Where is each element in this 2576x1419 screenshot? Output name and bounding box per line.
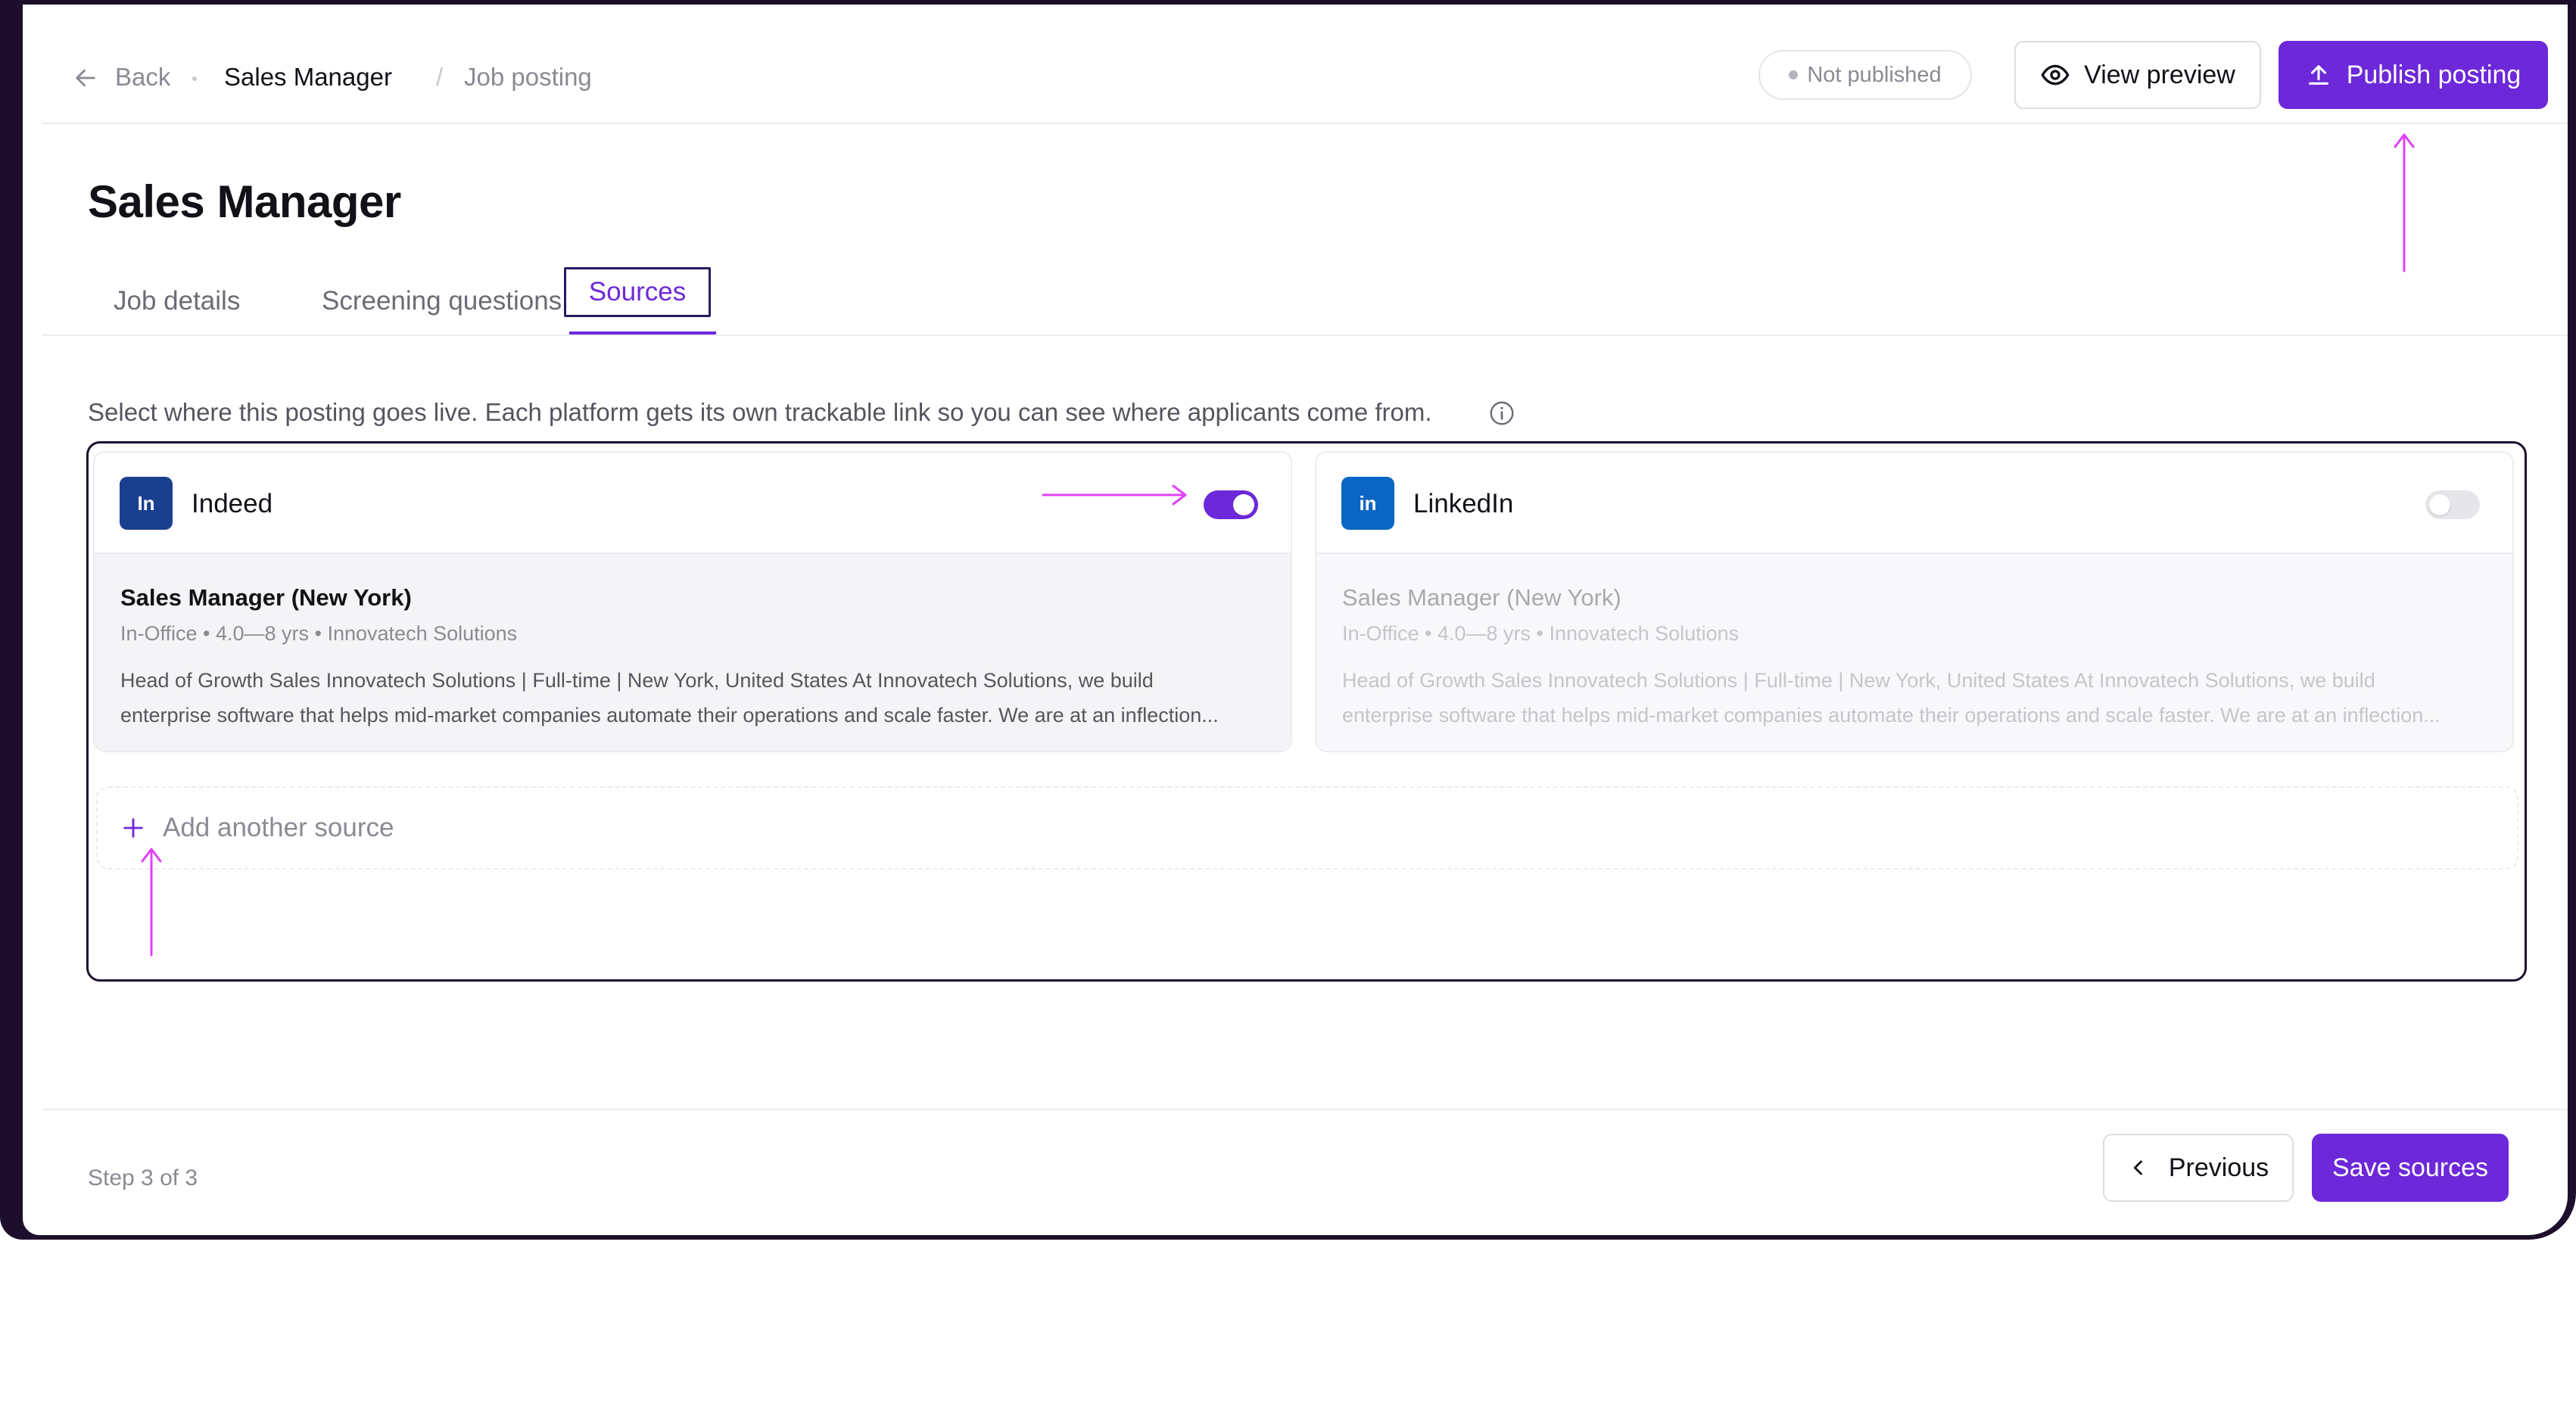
save-sources-button[interactable]: Save sources <box>2312 1134 2509 1202</box>
indeed-toggle[interactable] <box>1204 490 1258 519</box>
save-sources-label: Save sources <box>2332 1153 2488 1182</box>
linkedin-logo-icon: in <box>1341 477 1394 530</box>
eye-icon <box>2041 64 2070 86</box>
previous-button[interactable]: Previous <box>2103 1134 2294 1202</box>
job-desc-line: enterprise software that helps mid-marke… <box>120 704 1219 727</box>
source-card-preview: Sales Manager (New York) In-Office • 4.0… <box>95 554 1291 751</box>
breadcrumb-section: Job posting <box>464 63 592 91</box>
annotation-arrow-up-icon <box>2394 133 2415 272</box>
page-title: Sales Manager <box>88 176 401 227</box>
annotation-arrow-right-icon <box>1042 484 1187 506</box>
header-divider <box>42 123 2568 124</box>
toggle-knob <box>2429 494 2450 515</box>
publish-posting-label: Publish posting <box>2346 60 2521 89</box>
job-preview-description: Head of Growth Sales Innovatech Solution… <box>120 663 1263 733</box>
breadcrumb-dot <box>192 76 197 81</box>
chevron-left-icon <box>2133 1160 2142 1175</box>
view-preview-label: View preview <box>2084 60 2235 89</box>
add-source-label: Add another source <box>163 813 394 842</box>
tab-screening-questions[interactable]: Screening questions <box>322 286 562 316</box>
step-indicator: Step 3 of 3 <box>88 1165 198 1190</box>
status-dot <box>1789 70 1799 79</box>
indeed-logo-icon: In <box>120 477 173 530</box>
source-name-indeed: Indeed <box>192 489 273 518</box>
annotation-arrow-up-icon <box>141 848 162 957</box>
breadcrumb-current[interactable]: Sales Manager <box>224 62 392 92</box>
job-preview-meta: In-Office • 4.0—8 yrs • Innovatech Solut… <box>120 622 518 645</box>
status-badge-label: Not published <box>1807 62 1942 87</box>
job-preview-title: Sales Manager (New York) <box>1342 584 1621 611</box>
arrow-left-icon[interactable] <box>73 65 98 91</box>
footer-divider <box>42 1109 2568 1110</box>
tabs-divider <box>42 335 2568 336</box>
job-desc-line: Head of Growth Sales Innovatech Solution… <box>1342 669 2375 692</box>
sources-description: Select where this posting goes live. Eac… <box>88 398 1432 426</box>
view-preview-button[interactable]: View preview <box>2014 41 2261 109</box>
source-card-header: in LinkedIn <box>1316 453 2512 554</box>
job-preview-title: Sales Manager (New York) <box>120 584 412 611</box>
job-preview-description: Head of Growth Sales Innovatech Solution… <box>1342 663 2485 733</box>
tab-job-details[interactable]: Job details <box>114 286 240 316</box>
add-source-button[interactable]: Add another source <box>96 786 2518 870</box>
app-window: Back Sales Manager / Job posting Not pub… <box>23 5 2568 1235</box>
plus-icon <box>123 818 143 838</box>
tab-sources[interactable]: Sources <box>564 267 711 317</box>
job-desc-line: enterprise software that helps mid-marke… <box>1342 704 2441 727</box>
source-card-preview: Sales Manager (New York) In-Office • 4.0… <box>1316 554 2512 751</box>
publish-posting-button[interactable]: Publish posting <box>2279 41 2548 109</box>
linkedin-toggle[interactable] <box>2425 490 2480 519</box>
sources-panel: In Indeed Sales Manager (New York) In-Of… <box>86 441 2527 982</box>
source-name-linkedin: LinkedIn <box>1413 489 1514 518</box>
job-desc-line: Head of Growth Sales Innovatech Solution… <box>120 669 1154 692</box>
job-preview-meta: In-Office • 4.0—8 yrs • Innovatech Solut… <box>1342 622 1740 645</box>
tab-sources-label: Sources <box>588 277 687 307</box>
status-badge: Not published <box>1758 50 1972 100</box>
breadcrumb-separator: / <box>436 63 444 91</box>
previous-label: Previous <box>2168 1153 2269 1182</box>
toggle-knob <box>1233 494 1254 515</box>
source-card-linkedin[interactable]: in LinkedIn Sales Manager (New York) In-… <box>1315 451 2514 752</box>
info-icon[interactable] <box>1488 400 1515 427</box>
back-link[interactable]: Back <box>115 62 170 92</box>
upload-icon <box>2308 65 2328 85</box>
